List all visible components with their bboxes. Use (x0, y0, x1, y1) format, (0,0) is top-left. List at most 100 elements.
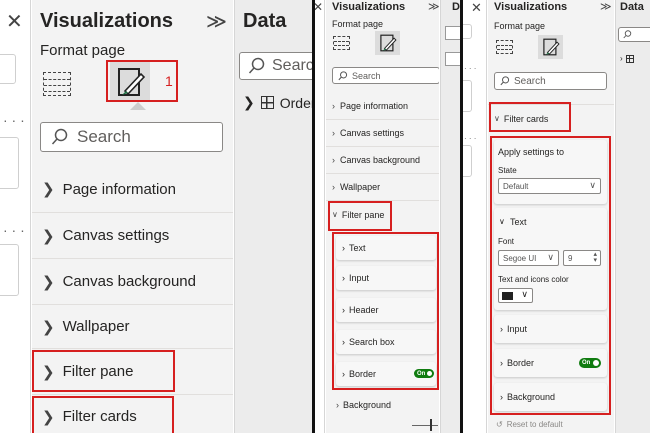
chevron-right-icon: › (332, 155, 335, 165)
ellipsis-icon: · · · (3, 112, 25, 128)
visualizations-pane: Visualizations ≫ Format page 1 Search ❯ … (32, 0, 233, 433)
data-search-input[interactable]: Search (239, 52, 312, 80)
format-brush-icon[interactable] (375, 31, 400, 55)
search-icon (500, 76, 510, 86)
chevron-right-icon: › (332, 182, 335, 192)
visualizations-pane: Visualizations ≫ Format page Search ∨ Fi… (488, 0, 614, 433)
data-pane: Data › (615, 0, 650, 433)
chevron-right-icon: ❯ (42, 318, 55, 336)
data-search-stub (445, 26, 460, 40)
section-label: Canvas background (340, 155, 421, 165)
search-icon (51, 128, 68, 145)
table-icon (260, 96, 274, 109)
search-input[interactable]: Search (494, 72, 607, 90)
visualizations-pane: Visualizations ≫ Format page Search › Pa… (326, 0, 439, 433)
search-placeholder: Search (514, 75, 546, 87)
section-label: Canvas settings (62, 227, 170, 244)
close-icon[interactable]: ✕ (471, 0, 482, 16)
subsection-background[interactable]: › Background (326, 394, 439, 416)
table-tree-item[interactable]: › (620, 54, 634, 63)
collapse-pane-icon[interactable]: ≫ (600, 0, 612, 13)
section-canvas-settings[interactable]: › Canvas settings (326, 119, 439, 146)
subsection-label: Background (343, 400, 392, 410)
search-placeholder: Search (272, 57, 312, 74)
build-visual-icon[interactable] (496, 40, 513, 54)
section-wallpaper[interactable]: › Wallpaper (326, 173, 439, 200)
canvas-field-stub (463, 80, 472, 112)
ellipsis-icon: · · · (3, 222, 25, 238)
highlight-box (328, 201, 392, 231)
section-canvas-settings[interactable]: ❯ Canvas settings (32, 212, 233, 258)
canvas-edge-strip: ✕ · · · · · · (0, 0, 31, 433)
panel-filter-cards: ✕ · · · · · · Visualizations ≫ Format pa… (463, 0, 650, 433)
chevron-right-icon: › (332, 128, 335, 138)
section-canvas-background[interactable]: › Canvas background (326, 146, 439, 173)
table-icon (625, 54, 634, 63)
section-wallpaper[interactable]: ❯ Wallpaper (32, 304, 233, 348)
search-icon (338, 70, 348, 80)
section-label: Wallpaper (340, 182, 381, 192)
chevron-right-icon: › (336, 400, 339, 410)
canvas-field-stub (0, 54, 16, 84)
search-icon (623, 30, 632, 39)
highlight-box (489, 102, 571, 132)
pane-title: Data (243, 10, 287, 32)
build-visual-icon[interactable] (43, 72, 71, 96)
chevron-right-icon: ❯ (42, 181, 55, 198)
canvas-field-stub (463, 145, 472, 177)
data-pane: D (440, 0, 460, 433)
reset-icon: ↺ (496, 420, 503, 429)
step-marker: 1 (165, 73, 173, 89)
data-pane: Data Search ❯ Orders (234, 0, 312, 433)
data-search-input[interactable] (618, 27, 650, 42)
format-page-label: Format page (494, 21, 546, 31)
search-placeholder: Search (352, 70, 381, 81)
chevron-right-icon: ❯ (243, 94, 255, 110)
zoom-slider[interactable] (412, 425, 438, 426)
section-label: Page information (62, 180, 176, 198)
section-page-information[interactable]: ❯ Page information (32, 166, 233, 212)
search-input[interactable]: Search (40, 122, 223, 152)
search-input[interactable]: Search (332, 67, 439, 84)
reset-label: Reset to default (506, 420, 563, 429)
table-orders[interactable]: ❯ Orders (243, 94, 312, 111)
search-placeholder: Search (77, 127, 131, 146)
format-page-label: Format page (40, 42, 126, 59)
section-label: Wallpaper (62, 318, 130, 335)
section-canvas-background[interactable]: ❯ Canvas background (32, 258, 233, 304)
ellipsis-icon: · · · (464, 64, 477, 73)
chevron-right-icon: › (332, 100, 335, 111)
highlight-box (32, 396, 174, 433)
format-page-label: Format page (332, 19, 384, 29)
highlight-box (32, 350, 175, 392)
canvas-field-stub (0, 137, 19, 189)
zoom-slider-thumb[interactable] (430, 419, 432, 431)
close-icon[interactable]: ✕ (6, 9, 23, 34)
canvas-field-stub (0, 244, 19, 296)
pane-title: Data (620, 1, 644, 13)
build-visual-icon[interactable] (333, 36, 350, 50)
canvas-edge-strip: ✕ · · · · · · (463, 0, 487, 433)
format-brush-icon[interactable] (538, 35, 563, 59)
pane-title: Visualizations (40, 10, 174, 32)
highlight-box (332, 232, 439, 390)
section-label: Canvas settings (340, 128, 405, 138)
canvas-field-stub (463, 24, 472, 39)
chevron-right-icon: ❯ (42, 227, 55, 245)
collapse-pane-icon[interactable]: ≫ (428, 0, 439, 13)
canvas-edge-strip: ✕ (315, 0, 325, 433)
reset-to-default-link[interactable]: ↺ Reset to default (496, 420, 563, 429)
panel-zoomed: ✕ · · · · · · Visualizations ≫ Format pa… (0, 0, 312, 433)
highlight-box (490, 136, 611, 415)
ellipsis-icon: · · · (464, 134, 477, 143)
section-page-information[interactable]: › Page information (326, 92, 439, 119)
pane-title: D (452, 1, 460, 13)
data-field-stub (445, 52, 460, 66)
collapse-pane-icon[interactable]: ≫ (206, 9, 227, 34)
close-icon[interactable]: ✕ (315, 0, 323, 14)
pane-title: Visualizations (494, 1, 568, 13)
chevron-right-icon: › (620, 54, 623, 63)
section-label: Canvas background (62, 273, 196, 290)
panel-filter-pane: ✕ Visualizations ≫ Format page Search › … (315, 0, 460, 433)
pane-title: Visualizations (332, 1, 406, 13)
